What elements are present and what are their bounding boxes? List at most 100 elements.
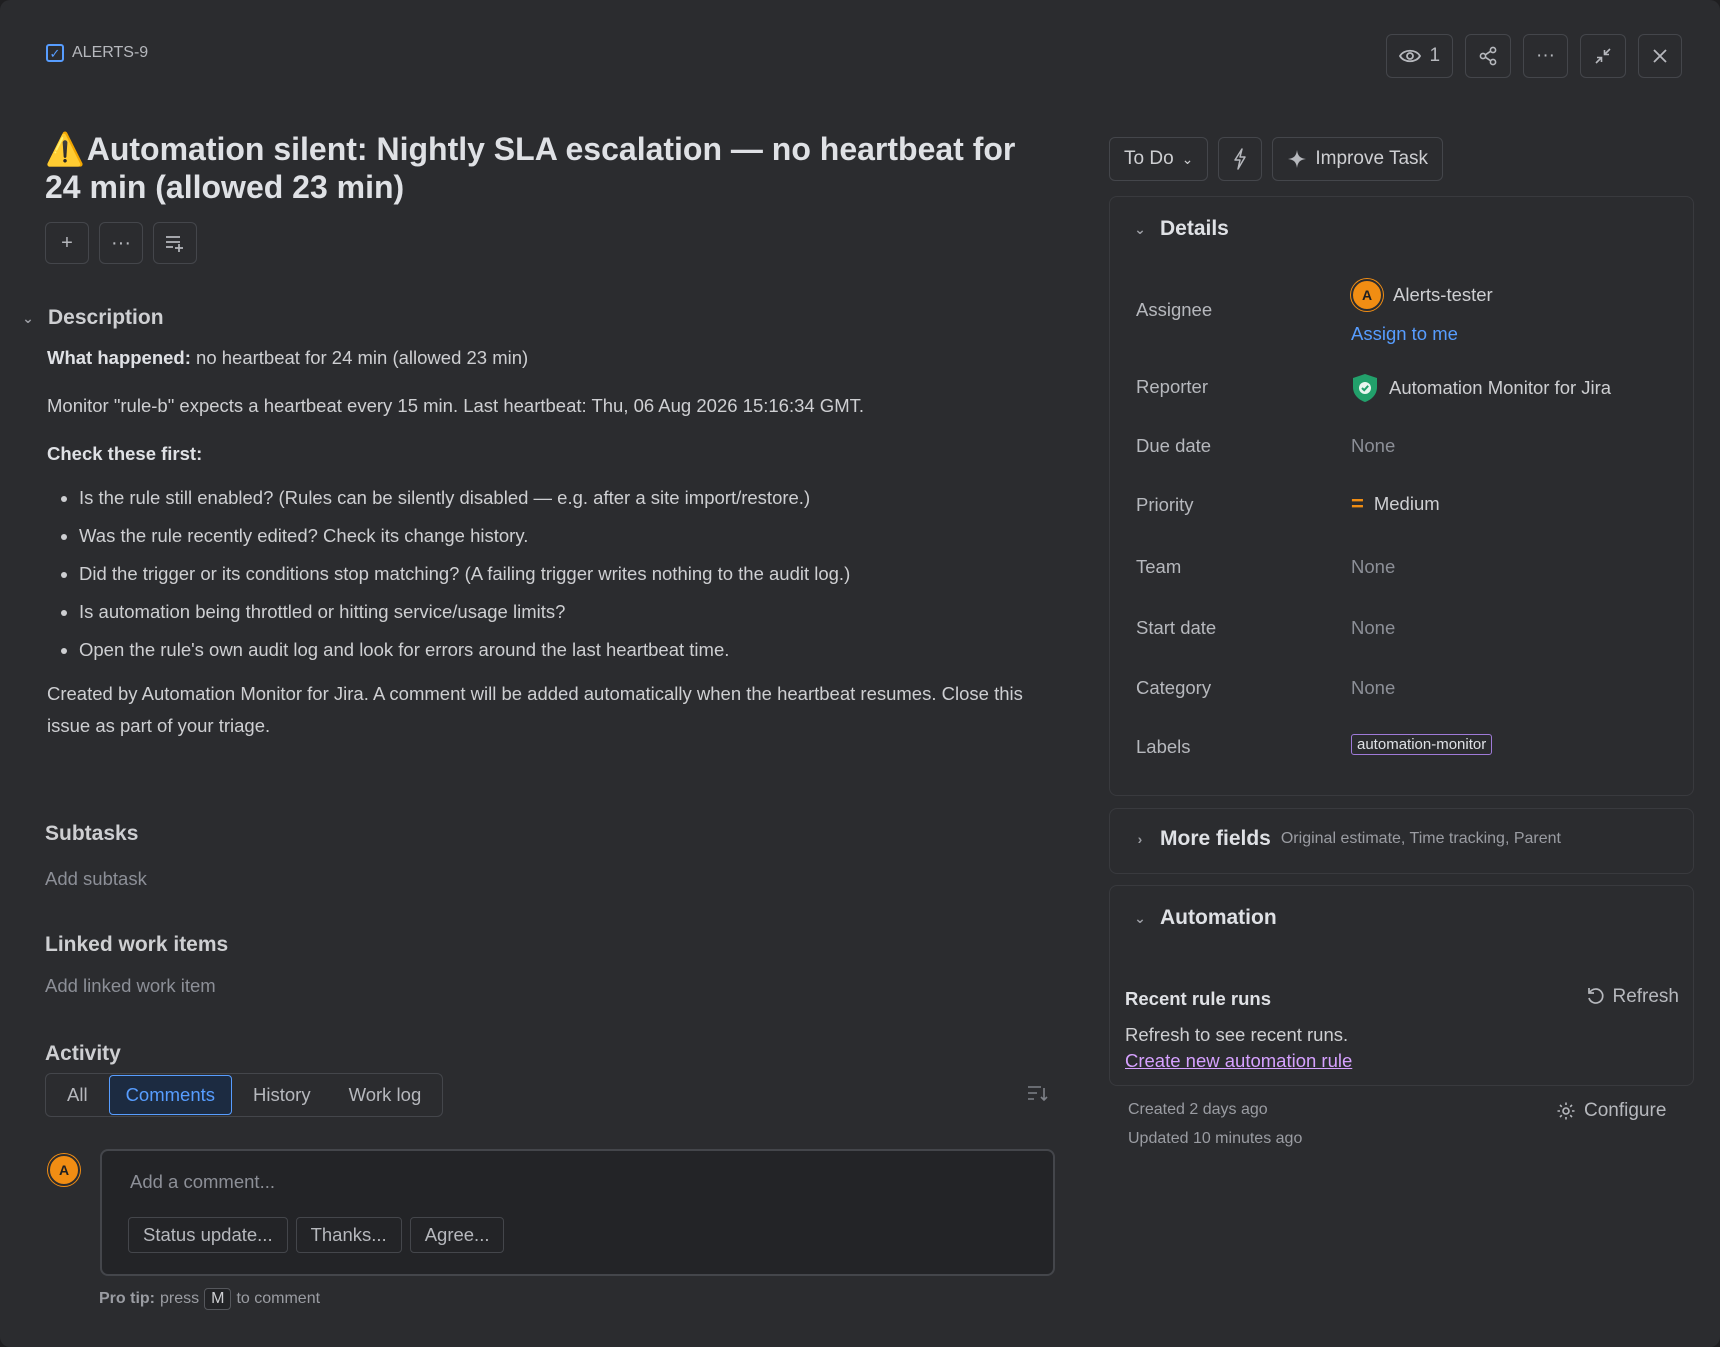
add-subtask-button[interactable]: Add subtask (45, 868, 147, 890)
close-button[interactable] (1638, 34, 1682, 78)
tab-work-log[interactable]: Work log (332, 1075, 439, 1115)
top-actions: 1 ··· (1386, 34, 1682, 78)
task-type-icon: ✓ (46, 44, 64, 62)
more-fields-header[interactable]: › More fields Original estimate, Time tr… (1130, 827, 1561, 851)
category-value[interactable]: None (1351, 677, 1395, 699)
what-happened-label: What happened: (47, 347, 191, 368)
labels-value[interactable]: automation-monitor (1351, 734, 1493, 755)
list-item: Was the rule recently edited? Check its … (79, 524, 1047, 548)
configure-label: Configure (1584, 1100, 1667, 1121)
quick-actions: + ··· (45, 222, 197, 264)
category-label: Category (1136, 677, 1212, 698)
issue-key[interactable]: ALERTS-9 (72, 44, 148, 62)
quick-reply-thanks[interactable]: Thanks... (295, 1217, 402, 1253)
created-timestamp: Created 2 days ago (1128, 1101, 1268, 1118)
improve-task-button[interactable]: Improve Task (1272, 137, 1444, 181)
status-value: To Do (1124, 148, 1174, 169)
pro-tip-pre: press (160, 1290, 200, 1307)
details-panel: ⌄ Details Assignee A Alerts-tester Assig… (1109, 196, 1694, 796)
create-automation-rule-link[interactable]: Create new automation rule (1125, 1050, 1352, 1072)
chevron-down-icon: ⌄ (22, 309, 34, 326)
tab-all[interactable]: All (50, 1075, 105, 1115)
activity-heading: Activity (45, 1042, 121, 1065)
list-item: Did the trigger or its conditions stop m… (79, 562, 1047, 586)
configure-button[interactable]: Configure (1556, 1100, 1666, 1122)
start-date-value[interactable]: None (1351, 617, 1395, 639)
quick-reply-agree[interactable]: Agree... (409, 1217, 505, 1253)
list-item: Is automation being throttled or hitting… (79, 600, 1047, 624)
details-header[interactable]: ⌄ Details (1130, 217, 1229, 241)
avatar: A (48, 1154, 80, 1186)
check-heading-text: Check these first: (47, 443, 203, 464)
watch-button[interactable]: 1 (1386, 34, 1454, 78)
assign-to-me-link[interactable]: Assign to me (1351, 323, 1458, 345)
description-header[interactable]: ⌄ Description (18, 306, 164, 330)
updated-timestamp: Updated 10 minutes ago (1128, 1130, 1303, 1147)
share-icon (1479, 46, 1497, 66)
monitor-text: Monitor "rule-b" expects a heartbeat eve… (47, 395, 864, 416)
list-item: Is the rule still enabled? (Rules can be… (79, 486, 1047, 510)
automation-header[interactable]: ⌄ Automation (1130, 906, 1277, 930)
chevron-down-icon: ⌄ (1134, 220, 1146, 237)
pro-tip-label: Pro tip: (99, 1290, 155, 1307)
actions-button[interactable] (1218, 137, 1263, 181)
priority-value[interactable]: = Medium (1351, 493, 1440, 515)
reporter-label: Reporter (1136, 376, 1208, 397)
more-quick-actions-button[interactable]: ··· (99, 222, 143, 264)
tab-history[interactable]: History (236, 1075, 328, 1115)
quick-replies: Status update... Thanks... Agree... (128, 1217, 505, 1253)
refresh-button[interactable]: Refresh (1586, 986, 1679, 1008)
issue-title[interactable]: ⚠️ Automation silent: Nightly SLA escala… (45, 130, 1045, 206)
comment-editor[interactable]: Add a comment... Status update... Thanks… (100, 1149, 1055, 1276)
more-actions-button[interactable]: ··· (1523, 34, 1568, 78)
avatar: A (1351, 279, 1383, 311)
quick-reply-status-update[interactable]: Status update... (128, 1217, 288, 1253)
minimize-button[interactable] (1580, 34, 1626, 78)
share-button[interactable] (1465, 34, 1512, 78)
plus-icon: + (61, 231, 73, 254)
issue-title-text: Automation silent: Nightly SLA escalatio… (45, 131, 1016, 205)
keyboard-key: M (204, 1288, 232, 1310)
list-add-icon (166, 236, 183, 252)
chevron-down-icon: ⌄ (1181, 150, 1194, 167)
recent-runs-heading: Recent rule runs (1125, 988, 1271, 1009)
checks-list: Is the rule still enabled? (Rules can be… (79, 486, 1047, 662)
due-date-value[interactable]: None (1351, 435, 1395, 457)
add-button[interactable]: + (45, 222, 89, 264)
pro-tip: Pro tip: press M to comment (99, 1288, 320, 1310)
description-body[interactable]: What happened: no heartbeat for 24 min (… (47, 346, 1047, 766)
warning-icon: ⚠️ (45, 131, 85, 167)
description-heading: Description (48, 306, 164, 329)
reporter-value[interactable]: Automation Monitor for Jira (1351, 373, 1611, 403)
assignee-name: Alerts-tester (1393, 284, 1493, 305)
add-linked-item-button[interactable]: Add linked work item (45, 975, 216, 997)
more-fields-heading: More fields (1160, 827, 1271, 850)
status-dropdown[interactable]: To Do ⌄ (1109, 137, 1209, 181)
pro-tip-post: to comment (236, 1290, 321, 1307)
close-icon (1653, 49, 1667, 63)
comment-input[interactable]: Add a comment... (130, 1171, 275, 1193)
issue-key-breadcrumb[interactable]: ✓ ALERTS-9 (46, 44, 148, 62)
labels-label: Labels (1136, 736, 1191, 757)
eye-icon (1399, 49, 1422, 63)
more-fields-summary: Original estimate, Time tracking, Parent (1280, 830, 1561, 847)
closing-text: Created by Automation Monitor for Jira. … (47, 683, 1023, 736)
tab-comments[interactable]: Comments (108, 1075, 233, 1115)
list-item: Open the rule's own audit log and look f… (79, 638, 1047, 662)
add-checklist-button[interactable] (153, 222, 197, 264)
sort-icon[interactable] (1027, 1084, 1049, 1108)
assignee-label: Assignee (1136, 299, 1213, 320)
due-date-label: Due date (1136, 435, 1212, 456)
assignee-value[interactable]: A Alerts-tester (1351, 279, 1493, 311)
more-fields-panel[interactable]: › More fields Original estimate, Time tr… (1109, 808, 1694, 874)
collapse-icon (1595, 48, 1611, 64)
subtasks-heading: Subtasks (45, 822, 139, 845)
team-value[interactable]: None (1351, 556, 1395, 578)
refresh-label: Refresh (1612, 986, 1679, 1007)
priority-label: Priority (1136, 494, 1194, 515)
priority-medium-icon: = (1351, 491, 1364, 516)
more-icon: ··· (1536, 45, 1555, 66)
label-chip[interactable]: automation-monitor (1351, 734, 1493, 755)
status-row: To Do ⌄ Improve Task (1109, 137, 1444, 181)
linked-items-heading: Linked work items (45, 933, 229, 956)
